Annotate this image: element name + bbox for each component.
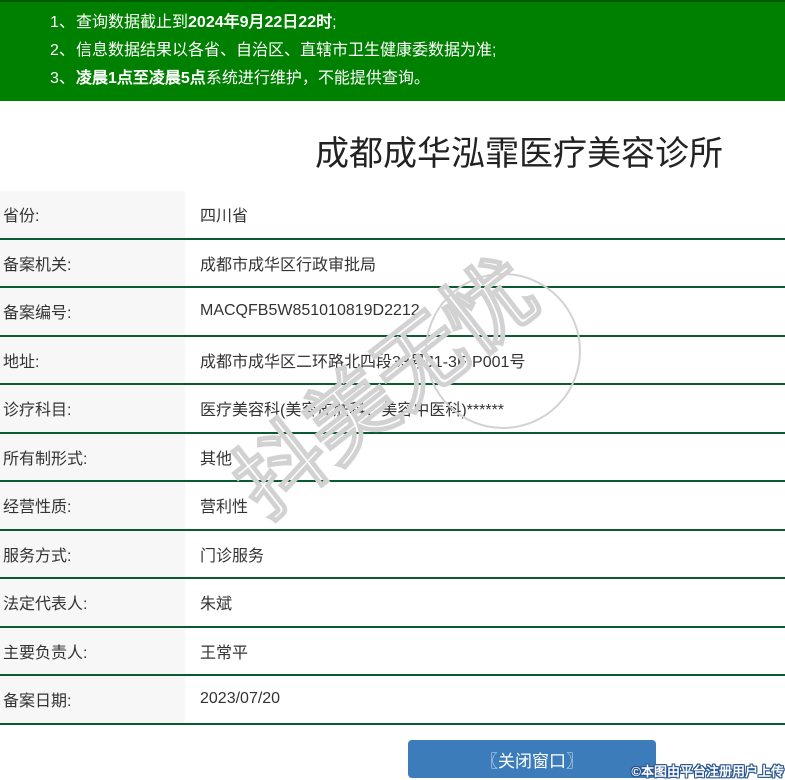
row-label: 诊疗科目: <box>0 385 185 432</box>
row-value: 其他 <box>200 450 233 468</box>
notice-list: 1、查询数据截止到2024年9月22日22时; 2、信息数据结果以各省、自治区、直… <box>0 9 785 93</box>
table-row: 主要负责人: 王常平 <box>0 627 785 676</box>
row-label: 服务方式: <box>0 530 185 577</box>
row-value: 成都市成华区二环路北四段33号J1-3F-P001号 <box>200 353 526 371</box>
notice-line: 1、查询数据截止到2024年9月22日22时; <box>0 9 785 37</box>
notice-text: 信息数据结果以各省、自治区、直辖市卫生健康委数据为准; <box>76 42 497 59</box>
row-label: 主要负责人: <box>0 627 185 674</box>
table-row: 诊疗科目: 医疗美容科(美容皮肤科、美容中医科)****** <box>0 385 785 434</box>
table-row: 备案编号: MACQFB5W851010819D2212 <box>0 288 785 337</box>
row-value: 医疗美容科(美容皮肤科、美容中医科)****** <box>200 402 505 420</box>
close-window-button[interactable]: 〖关闭窗口〗 <box>408 740 656 778</box>
row-label: 经营性质: <box>0 482 185 529</box>
row-label: 备案机关: <box>0 239 185 286</box>
notice-number: 3、 <box>50 70 75 87</box>
row-value: 四川省 <box>200 208 249 226</box>
row-label: 备案日期: <box>0 676 185 723</box>
row-label: 法定代表人: <box>0 579 185 626</box>
info-table: 省份: 四川省 备案机关: 成都市成华区行政审批局 备案编号: MACQFB5W85101… <box>0 191 785 725</box>
row-label: 省份: <box>0 191 185 238</box>
table-row: 备案机关: 成都市成华区行政审批局 <box>0 239 785 288</box>
notice-number: 2、 <box>50 42 75 59</box>
table-row: 省份: 四川省 <box>0 191 785 240</box>
table-row: 所有制形式: 其他 <box>0 433 785 482</box>
row-label: 备案编号: <box>0 288 185 335</box>
table-row: 服务方式: 门诊服务 <box>0 530 785 579</box>
row-value: 营利性 <box>200 499 249 517</box>
notice-number: 1、 <box>50 14 75 31</box>
table-row: 备案日期: 2023/07/20 <box>0 676 785 725</box>
notice-text: ; <box>332 14 337 31</box>
notice-text: 2024年9月22日22时 <box>188 14 333 31</box>
row-label: 地址: <box>0 336 185 383</box>
table-row: 法定代表人: 朱斌 <box>0 579 785 628</box>
notice-line: 3、凌晨1点至凌晨5点系统进行维护，不能提供查询。 <box>0 65 785 93</box>
notice-line: 2、信息数据结果以各省、自治区、直辖市卫生健康委数据为准; <box>0 37 785 65</box>
row-value: MACQFB5W851010819D2212 <box>200 302 420 320</box>
notice-text: 查询数据截止到 <box>76 14 189 31</box>
row-value: 门诊服务 <box>200 547 265 565</box>
row-value: 王常平 <box>200 644 249 662</box>
copyright-note: ©本图由平台注册用户上传 <box>631 764 784 779</box>
notice-header: 1、查询数据截止到2024年9月22日22时; 2、信息数据结果以各省、自治区、直… <box>0 0 785 101</box>
page-title: 成都成华泓霏医疗美容诊所 <box>315 135 723 173</box>
table-row: 经营性质: 营利性 <box>0 482 785 531</box>
notice-text: 系统进行维护，不能提供查询。 <box>205 70 430 87</box>
table-row: 地址: 成都市成华区二环路北四段33号J1-3F-P001号 <box>0 336 785 385</box>
row-value: 成都市成华区行政审批局 <box>200 256 377 274</box>
notice-text: 凌晨1点至凌晨5点 <box>76 70 206 87</box>
row-value: 朱斌 <box>200 596 233 614</box>
row-value: 2023/07/20 <box>200 690 281 708</box>
row-label: 所有制形式: <box>0 433 185 480</box>
